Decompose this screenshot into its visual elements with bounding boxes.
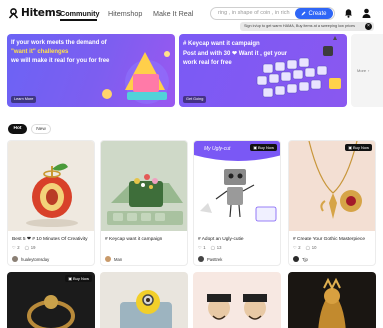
post-author[interactable]: hualeytomsday — [12, 256, 49, 262]
user-icon[interactable] — [362, 8, 371, 18]
post-card[interactable]: ▣ Buy Now # Create Your Gothic Masterpiec… — [288, 140, 376, 266]
minion-keycap-image — [120, 290, 172, 328]
banner-want-it-challenge[interactable]: If your work meets the demand of "want i… — [7, 34, 175, 107]
post-image — [289, 141, 375, 231]
post-author[interactable]: Tjp — [293, 256, 308, 262]
avatar — [12, 256, 18, 262]
keycap-garden-image — [101, 141, 187, 231]
get-going-button[interactable]: Get Going — [183, 96, 207, 103]
nav-active-underline — [60, 19, 97, 21]
logo-text: Hitems — [21, 7, 62, 19]
gothic-pendant-image — [289, 141, 375, 231]
post-title: # Adopt an Ugly-cutie — [198, 237, 244, 242]
cart-icon: ▣ — [348, 145, 352, 150]
heart-icon[interactable]: ♡ — [293, 245, 297, 250]
banner-more[interactable]: More › — [351, 34, 383, 107]
post-title: # Keycap want it campaign — [105, 237, 163, 242]
chevron-right-icon: › — [368, 68, 370, 73]
banner2-line1: # Keycap want it campaign — [183, 41, 260, 47]
comment-count: 10 — [311, 245, 317, 250]
nav-community[interactable]: Community — [60, 9, 100, 18]
avatar — [293, 256, 299, 262]
post-stats: ♡ 2 ◯ 19 — [12, 245, 35, 250]
post-author[interactable]: Pasttrek — [198, 256, 222, 262]
author-name: hualeytomsday — [21, 256, 50, 262]
post-stats: ♡ 2 ◯ 10 — [293, 245, 316, 250]
more-label: More — [357, 68, 367, 73]
author-name: Man — [114, 256, 123, 262]
avatar — [198, 256, 204, 262]
comment-icon[interactable]: ◯ — [211, 245, 216, 250]
post-card[interactable]: # Keycap want it campaign Man — [100, 140, 188, 266]
logo-icon — [8, 7, 19, 19]
like-count: 1 — [203, 245, 206, 250]
comment-count: 19 — [30, 245, 36, 250]
post-stats: ♡ 1 ◯ 13 — [198, 245, 221, 250]
figures-image — [207, 294, 267, 320]
bubble-text: My Ugly-cut — [204, 146, 231, 152]
post-title: # Create Your Gothic Masterpiece — [293, 237, 365, 242]
cart-icon: ▣ — [68, 276, 72, 281]
post-card[interactable] — [288, 272, 376, 328]
signin-tooltip: Sign in/up to get warm HAMA, Buy items a… — [240, 22, 374, 31]
comment-count: 13 — [216, 245, 222, 250]
search-placeholder: ring , in shape of coin , in rich — [218, 10, 290, 16]
banner2-line3: work real for free — [183, 60, 232, 66]
heart-icon[interactable]: ♡ — [12, 245, 16, 250]
robot-sketch-image — [194, 141, 280, 222]
post-card[interactable] — [100, 272, 188, 328]
learn-more-button[interactable]: Learn More — [11, 96, 37, 103]
like-count: 2 — [298, 245, 301, 250]
comment-icon[interactable]: ◯ — [306, 245, 311, 250]
bell-icon[interactable] — [344, 8, 353, 18]
apple-ring-image — [26, 163, 78, 227]
tooltip-text: Sign in/up to get warm HAMA, Buy items a… — [244, 24, 356, 28]
nav-make-it-real[interactable]: Make It Real — [153, 9, 193, 18]
tab-hot[interactable]: Hot — [8, 124, 27, 134]
create-button[interactable]: Create — [295, 8, 333, 19]
logo[interactable]: Hitems — [8, 7, 62, 19]
author-name: Tjp — [302, 256, 308, 262]
post-card[interactable]: My Ugly-cut ▣ Buy Now # Adopt an Ugly-cut… — [193, 140, 281, 266]
heart-icon[interactable]: ♡ — [198, 245, 202, 250]
post-image — [8, 141, 94, 231]
nav-hitemshop[interactable]: Hitemshop — [108, 9, 142, 18]
tab-new[interactable]: New — [31, 124, 51, 134]
buy-now-button[interactable]: ▣ Buy Now — [250, 144, 277, 151]
comment-icon[interactable]: ◯ — [25, 245, 30, 250]
banner-keycap-campaign[interactable]: # Keycap want it campaign Post and with … — [179, 34, 347, 107]
buy-now-button[interactable]: ▣ Buy Now — [65, 275, 92, 282]
buy-now-button[interactable]: ▣ Buy Now — [345, 144, 372, 151]
avatar — [105, 256, 111, 262]
author-name: Pasttrek — [207, 256, 223, 262]
like-count: 2 — [17, 245, 20, 250]
golden-dragon-image — [318, 277, 346, 328]
post-image — [194, 141, 280, 231]
post-card[interactable]: Best 5 ❤ # 10 Minutes Of Creativity ♡ 2 ◯… — [7, 140, 95, 266]
post-author[interactable]: Man — [105, 256, 122, 262]
banner1-line3: we will make it real for you for free — [11, 58, 110, 64]
create-label: Create — [308, 10, 327, 17]
pen-icon — [301, 11, 306, 16]
post-title: Best 5 ❤ # 10 Minutes Of Creativity — [12, 237, 88, 242]
post-card[interactable] — [193, 272, 281, 328]
post-card[interactable]: ▣ Buy Now — [7, 272, 95, 328]
post-image — [101, 141, 187, 231]
cart-icon: ▣ — [253, 145, 257, 150]
close-icon[interactable]: × — [365, 23, 372, 30]
